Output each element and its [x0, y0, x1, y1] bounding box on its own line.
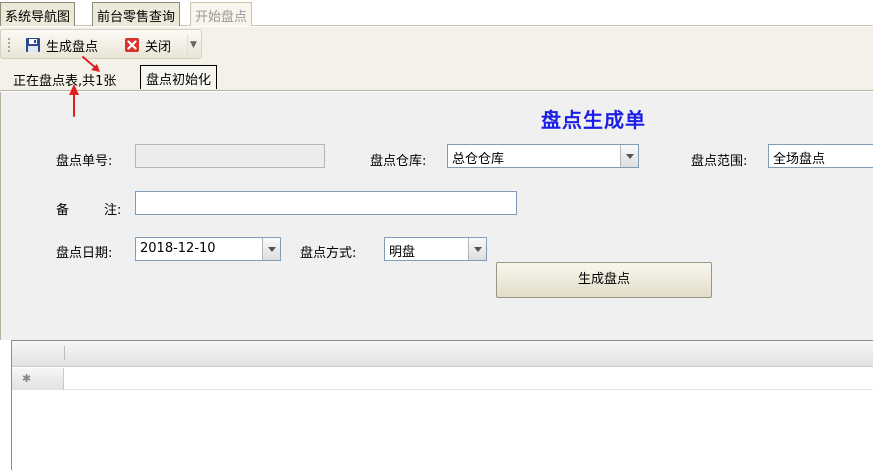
- order-no-label: 盘点单号:: [56, 154, 113, 169]
- date-label: 盘点日期:: [56, 246, 113, 261]
- grid-new-row[interactable]: ✱: [12, 368, 873, 390]
- order-no-field[interactable]: [135, 144, 325, 168]
- scope-value: 全场盘点: [773, 152, 826, 167]
- tab-current-stocktake-list[interactable]: 正在盘点表,共1张: [8, 67, 121, 91]
- remark-label-part1: 备: [56, 203, 70, 218]
- new-row-marker: ✱: [12, 368, 64, 390]
- scope-select[interactable]: 全场盘点: [768, 144, 873, 168]
- generate-stocktake-toolbar-label: 生成盘点: [46, 39, 99, 55]
- tab-system-navigation[interactable]: 系统导航图: [0, 2, 76, 26]
- warehouse-select[interactable]: 总仓仓库: [447, 144, 639, 168]
- remark-input[interactable]: [135, 191, 517, 215]
- grid-header: [12, 341, 873, 367]
- close-toolbar-button[interactable]: 关闭: [124, 34, 171, 56]
- tab-start-stocktake[interactable]: 开始盘点: [190, 2, 253, 26]
- method-dropdown-arrow[interactable]: [468, 238, 486, 260]
- annotation-arrow-toolbar-icon: [82, 56, 100, 72]
- method-value: 明盘: [389, 245, 416, 260]
- tab-stocktake-init[interactable]: 盘点初始化: [140, 65, 218, 89]
- toolbar-grip[interactable]: [8, 38, 11, 52]
- generate-stocktake-toolbar-button[interactable]: 生成盘点: [25, 34, 98, 56]
- warehouse-dropdown-arrow[interactable]: [620, 145, 638, 167]
- stocktake-form: 盘点生成单 盘点单号: 盘点仓库: 总仓仓库 盘点范围: 全场盘点 备 注: 盘…: [0, 92, 873, 340]
- stocktake-grid: ✱: [11, 340, 873, 470]
- date-value: 2018-12-10: [140, 241, 216, 256]
- tab-retail-query[interactable]: 前台零售查询: [92, 2, 181, 26]
- close-icon: [125, 38, 139, 52]
- inner-tab-strip: 正在盘点表,共1张 盘点初始化: [0, 61, 873, 91]
- generate-stocktake-button[interactable]: 生成盘点: [496, 262, 712, 298]
- annotation-arrow-inner-tab-icon: [69, 84, 79, 117]
- toolbar: 生成盘点 关闭 ▼: [0, 27, 873, 61]
- save-icon: [26, 38, 40, 52]
- scope-label: 盘点范围:: [691, 154, 748, 169]
- remark-label-part2: 注:: [104, 203, 122, 218]
- date-picker[interactable]: 2018-12-10: [135, 237, 281, 261]
- warehouse-label: 盘点仓库:: [370, 154, 427, 169]
- toolbar-overflow-button[interactable]: ▼: [187, 34, 199, 56]
- date-dropdown-arrow[interactable]: [262, 238, 280, 260]
- method-select[interactable]: 明盘: [384, 237, 487, 261]
- close-toolbar-label: 关闭: [145, 39, 172, 55]
- grid-header-separator: [64, 346, 65, 360]
- warehouse-value: 总仓仓库: [452, 152, 505, 167]
- form-title: 盘点生成单: [541, 108, 646, 132]
- method-label: 盘点方式:: [300, 246, 357, 261]
- document-tab-strip: 系统导航图 前台零售查询 开始盘点: [0, 0, 873, 26]
